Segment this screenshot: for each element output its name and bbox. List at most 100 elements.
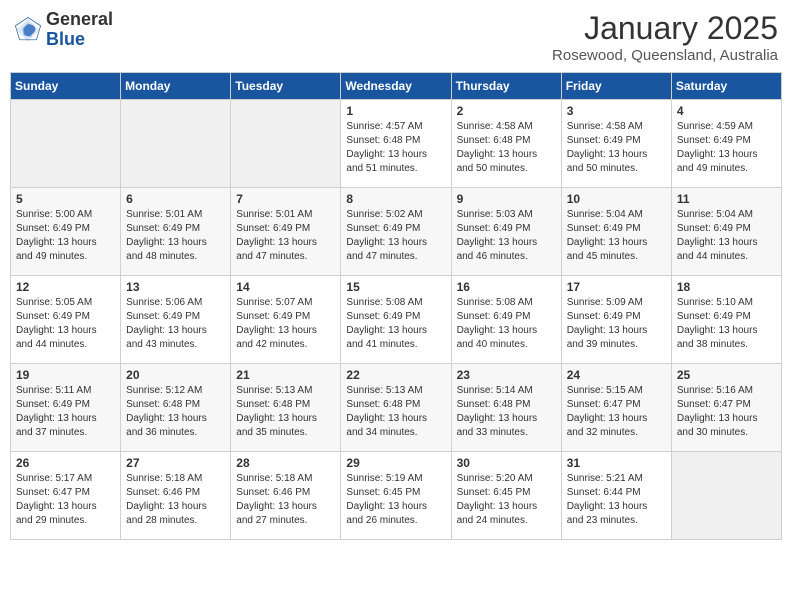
- day-number: 13: [126, 280, 225, 294]
- day-number: 17: [567, 280, 666, 294]
- weekday-header-row: SundayMondayTuesdayWednesdayThursdayFrid…: [11, 73, 782, 100]
- day-number: 21: [236, 368, 335, 382]
- calendar-cell: 17 Sunrise: 5:09 AMSunset: 6:49 PMDayligh…: [561, 276, 671, 364]
- day-number: 19: [16, 368, 115, 382]
- calendar-cell: 29 Sunrise: 5:19 AMSunset: 6:45 PMDayligh…: [341, 452, 451, 540]
- day-number: 14: [236, 280, 335, 294]
- day-number: 5: [16, 192, 115, 206]
- day-number: 29: [346, 456, 445, 470]
- day-number: 31: [567, 456, 666, 470]
- calendar-cell: 11 Sunrise: 5:04 AMSunset: 6:49 PMDayligh…: [671, 188, 781, 276]
- calendar-cell: 28 Sunrise: 5:18 AMSunset: 6:46 PMDayligh…: [231, 452, 341, 540]
- calendar-cell: [11, 100, 121, 188]
- day-info: Sunrise: 5:20 AMSunset: 6:45 PMDaylight:…: [457, 472, 556, 528]
- day-info: Sunrise: 5:16 AMSunset: 6:47 PMDaylight:…: [677, 384, 776, 440]
- calendar-cell: 27 Sunrise: 5:18 AMSunset: 6:46 PMDayligh…: [121, 452, 231, 540]
- day-number: 9: [457, 192, 556, 206]
- weekday-header-thursday: Thursday: [451, 73, 561, 100]
- calendar-table: SundayMondayTuesdayWednesdayThursdayFrid…: [10, 72, 782, 540]
- calendar-cell: 26 Sunrise: 5:17 AMSunset: 6:47 PMDayligh…: [11, 452, 121, 540]
- calendar-cell: 31 Sunrise: 5:21 AMSunset: 6:44 PMDayligh…: [561, 452, 671, 540]
- day-number: 7: [236, 192, 335, 206]
- weekday-header-tuesday: Tuesday: [231, 73, 341, 100]
- day-number: 12: [16, 280, 115, 294]
- day-number: 18: [677, 280, 776, 294]
- day-number: 6: [126, 192, 225, 206]
- weekday-header-friday: Friday: [561, 73, 671, 100]
- day-info: Sunrise: 5:08 AMSunset: 6:49 PMDaylight:…: [457, 296, 556, 352]
- day-info: Sunrise: 5:13 AMSunset: 6:48 PMDaylight:…: [236, 384, 335, 440]
- calendar-cell: 15Sunrise: 5:08 AMSunset: 6:49 PMDayligh…: [341, 276, 451, 364]
- title-area: January 2025 Rosewood, Queensland, Austr…: [552, 10, 778, 64]
- day-info: Sunrise: 5:00 AMSunset: 6:49 PMDaylight:…: [16, 208, 115, 264]
- day-number: 28: [236, 456, 335, 470]
- calendar-cell: 13 Sunrise: 5:06 AMSunset: 6:49 PMDayligh…: [121, 276, 231, 364]
- day-info: Sunrise: 5:13 AMSunset: 6:48 PMDaylight:…: [346, 384, 445, 440]
- day-info: Sunrise: 5:03 AMSunset: 6:49 PMDaylight:…: [457, 208, 556, 264]
- calendar-cell: [121, 100, 231, 188]
- calendar-cell: 22 Sunrise: 5:13 AMSunset: 6:48 PMDayligh…: [341, 364, 451, 452]
- day-number: 22: [346, 368, 445, 382]
- logo-general: General: [46, 9, 113, 29]
- calendar-cell: 3 Sunrise: 4:58 AMSunset: 6:49 PMDaylight…: [561, 100, 671, 188]
- logo-text: General Blue: [46, 10, 113, 50]
- calendar-cell: 24Sunrise: 5:15 AMSunset: 6:47 PMDayligh…: [561, 364, 671, 452]
- day-number: 10: [567, 192, 666, 206]
- calendar-cell: 4 Sunrise: 4:59 AMSunset: 6:49 PMDaylight…: [671, 100, 781, 188]
- day-info: Sunrise: 5:21 AMSunset: 6:44 PMDaylight:…: [567, 472, 666, 528]
- day-number: 23: [457, 368, 556, 382]
- day-info: Sunrise: 5:17 AMSunset: 6:47 PMDaylight:…: [16, 472, 115, 528]
- calendar-cell: 10 Sunrise: 5:04 AMSunset: 6:49 PMDayligh…: [561, 188, 671, 276]
- day-info: Sunrise: 4:58 AMSunset: 6:49 PMDaylight:…: [567, 120, 666, 176]
- day-info: Sunrise: 5:19 AMSunset: 6:45 PMDaylight:…: [346, 472, 445, 528]
- calendar-cell: 19Sunrise: 5:11 AMSunset: 6:49 PMDayligh…: [11, 364, 121, 452]
- week-row-1: 1Sunrise: 4:57 AMSunset: 6:48 PMDaylight…: [11, 100, 782, 188]
- calendar-cell: 18Sunrise: 5:10 AMSunset: 6:49 PMDayligh…: [671, 276, 781, 364]
- day-number: 4: [677, 104, 776, 118]
- calendar-cell: 1Sunrise: 4:57 AMSunset: 6:48 PMDaylight…: [341, 100, 451, 188]
- header: General Blue January 2025 Rosewood, Quee…: [10, 10, 782, 64]
- calendar-cell: 2Sunrise: 4:58 AMSunset: 6:48 PMDaylight…: [451, 100, 561, 188]
- calendar-cell: 12 Sunrise: 5:05 AMSunset: 6:49 PMDayligh…: [11, 276, 121, 364]
- day-number: 11: [677, 192, 776, 206]
- day-number: 20: [126, 368, 225, 382]
- day-number: 16: [457, 280, 556, 294]
- week-row-4: 19Sunrise: 5:11 AMSunset: 6:49 PMDayligh…: [11, 364, 782, 452]
- calendar-cell: 5 Sunrise: 5:00 AMSunset: 6:49 PMDaylight…: [11, 188, 121, 276]
- day-info: Sunrise: 5:08 AMSunset: 6:49 PMDaylight:…: [346, 296, 445, 352]
- logo-icon: [14, 16, 42, 44]
- calendar-cell: 9 Sunrise: 5:03 AMSunset: 6:49 PMDaylight…: [451, 188, 561, 276]
- day-number: 26: [16, 456, 115, 470]
- calendar-cell: 20Sunrise: 5:12 AMSunset: 6:48 PMDayligh…: [121, 364, 231, 452]
- calendar-cell: 30 Sunrise: 5:20 AMSunset: 6:45 PMDayligh…: [451, 452, 561, 540]
- week-row-5: 26 Sunrise: 5:17 AMSunset: 6:47 PMDayligh…: [11, 452, 782, 540]
- weekday-header-monday: Monday: [121, 73, 231, 100]
- day-info: Sunrise: 5:18 AMSunset: 6:46 PMDaylight:…: [126, 472, 225, 528]
- calendar-cell: 6 Sunrise: 5:01 AMSunset: 6:49 PMDaylight…: [121, 188, 231, 276]
- day-info: Sunrise: 5:05 AMSunset: 6:49 PMDaylight:…: [16, 296, 115, 352]
- day-info: Sunrise: 4:57 AMSunset: 6:48 PMDaylight:…: [346, 120, 445, 176]
- weekday-header-wednesday: Wednesday: [341, 73, 451, 100]
- day-number: 25: [677, 368, 776, 382]
- day-number: 24: [567, 368, 666, 382]
- day-number: 27: [126, 456, 225, 470]
- weekday-header-saturday: Saturday: [671, 73, 781, 100]
- day-info: Sunrise: 5:01 AMSunset: 6:49 PMDaylight:…: [126, 208, 225, 264]
- day-info: Sunrise: 5:18 AMSunset: 6:46 PMDaylight:…: [236, 472, 335, 528]
- day-info: Sunrise: 5:09 AMSunset: 6:49 PMDaylight:…: [567, 296, 666, 352]
- day-info: Sunrise: 5:01 AMSunset: 6:49 PMDaylight:…: [236, 208, 335, 264]
- day-number: 3: [567, 104, 666, 118]
- day-info: Sunrise: 4:59 AMSunset: 6:49 PMDaylight:…: [677, 120, 776, 176]
- week-row-3: 12 Sunrise: 5:05 AMSunset: 6:49 PMDayligh…: [11, 276, 782, 364]
- calendar-cell: 16 Sunrise: 5:08 AMSunset: 6:49 PMDayligh…: [451, 276, 561, 364]
- calendar-cell: 23Sunrise: 5:14 AMSunset: 6:48 PMDayligh…: [451, 364, 561, 452]
- calendar-cell: 21 Sunrise: 5:13 AMSunset: 6:48 PMDayligh…: [231, 364, 341, 452]
- day-info: Sunrise: 5:07 AMSunset: 6:49 PMDaylight:…: [236, 296, 335, 352]
- month-title: January 2025: [552, 10, 778, 47]
- logo-blue: Blue: [46, 29, 85, 49]
- day-info: Sunrise: 5:04 AMSunset: 6:49 PMDaylight:…: [567, 208, 666, 264]
- day-info: Sunrise: 5:06 AMSunset: 6:49 PMDaylight:…: [126, 296, 225, 352]
- calendar-cell: 14 Sunrise: 5:07 AMSunset: 6:49 PMDayligh…: [231, 276, 341, 364]
- day-number: 30: [457, 456, 556, 470]
- day-info: Sunrise: 5:04 AMSunset: 6:49 PMDaylight:…: [677, 208, 776, 264]
